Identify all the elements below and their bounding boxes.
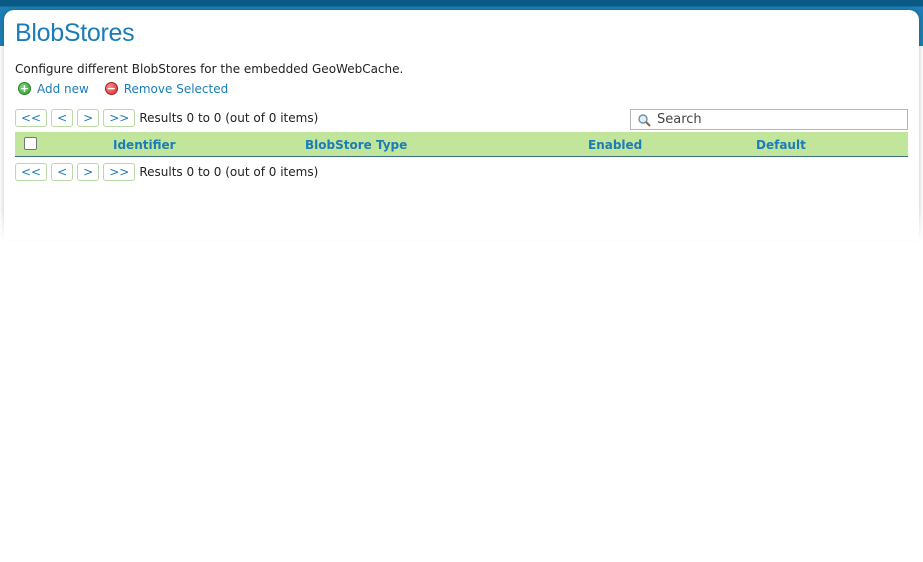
- add-new-label: Add new: [37, 81, 89, 96]
- last-page-button[interactable]: >>: [103, 109, 136, 127]
- action-bar: + Add new − Remove Selected: [18, 81, 240, 96]
- column-header-blobstore-type[interactable]: BlobStore Type: [305, 138, 407, 152]
- column-header-identifier[interactable]: Identifier: [113, 138, 176, 152]
- first-page-button[interactable]: <<: [15, 109, 48, 127]
- add-icon: +: [18, 82, 31, 95]
- add-new-link[interactable]: + Add new: [18, 82, 89, 96]
- last-page-button[interactable]: >>: [103, 163, 136, 181]
- next-page-button[interactable]: >: [77, 163, 100, 181]
- next-page-button[interactable]: >: [77, 109, 100, 127]
- column-header-enabled[interactable]: Enabled: [588, 138, 642, 152]
- page-description: Configure different BlobStores for the e…: [15, 62, 404, 76]
- search-icon: [638, 113, 651, 127]
- results-count: Results 0 to 0 (out of 0 items): [139, 111, 319, 125]
- search-box[interactable]: [630, 109, 908, 130]
- pager-top: << < > >> Results 0 to 0 (out of 0 items…: [15, 109, 318, 127]
- previous-page-button[interactable]: <: [51, 109, 74, 127]
- remove-selected-link[interactable]: − Remove Selected: [104, 81, 229, 96]
- page-title: BlobStores: [15, 19, 135, 47]
- remove-selected-label: Remove Selected: [123, 81, 229, 96]
- search-input[interactable]: [657, 112, 897, 127]
- select-all-checkbox[interactable]: [24, 137, 37, 150]
- pager-bottom: << < > >> Results 0 to 0 (out of 0 items…: [15, 163, 318, 181]
- content-panel: BlobStores Configure different BlobStore…: [0, 10, 923, 270]
- previous-page-button[interactable]: <: [51, 163, 74, 181]
- remove-icon: −: [104, 82, 118, 95]
- column-header-default[interactable]: Default: [756, 138, 806, 152]
- results-count: Results 0 to 0 (out of 0 items): [139, 165, 319, 179]
- table-header: Identifier BlobStore Type Enabled Defaul…: [15, 132, 908, 157]
- first-page-button[interactable]: <<: [15, 163, 48, 181]
